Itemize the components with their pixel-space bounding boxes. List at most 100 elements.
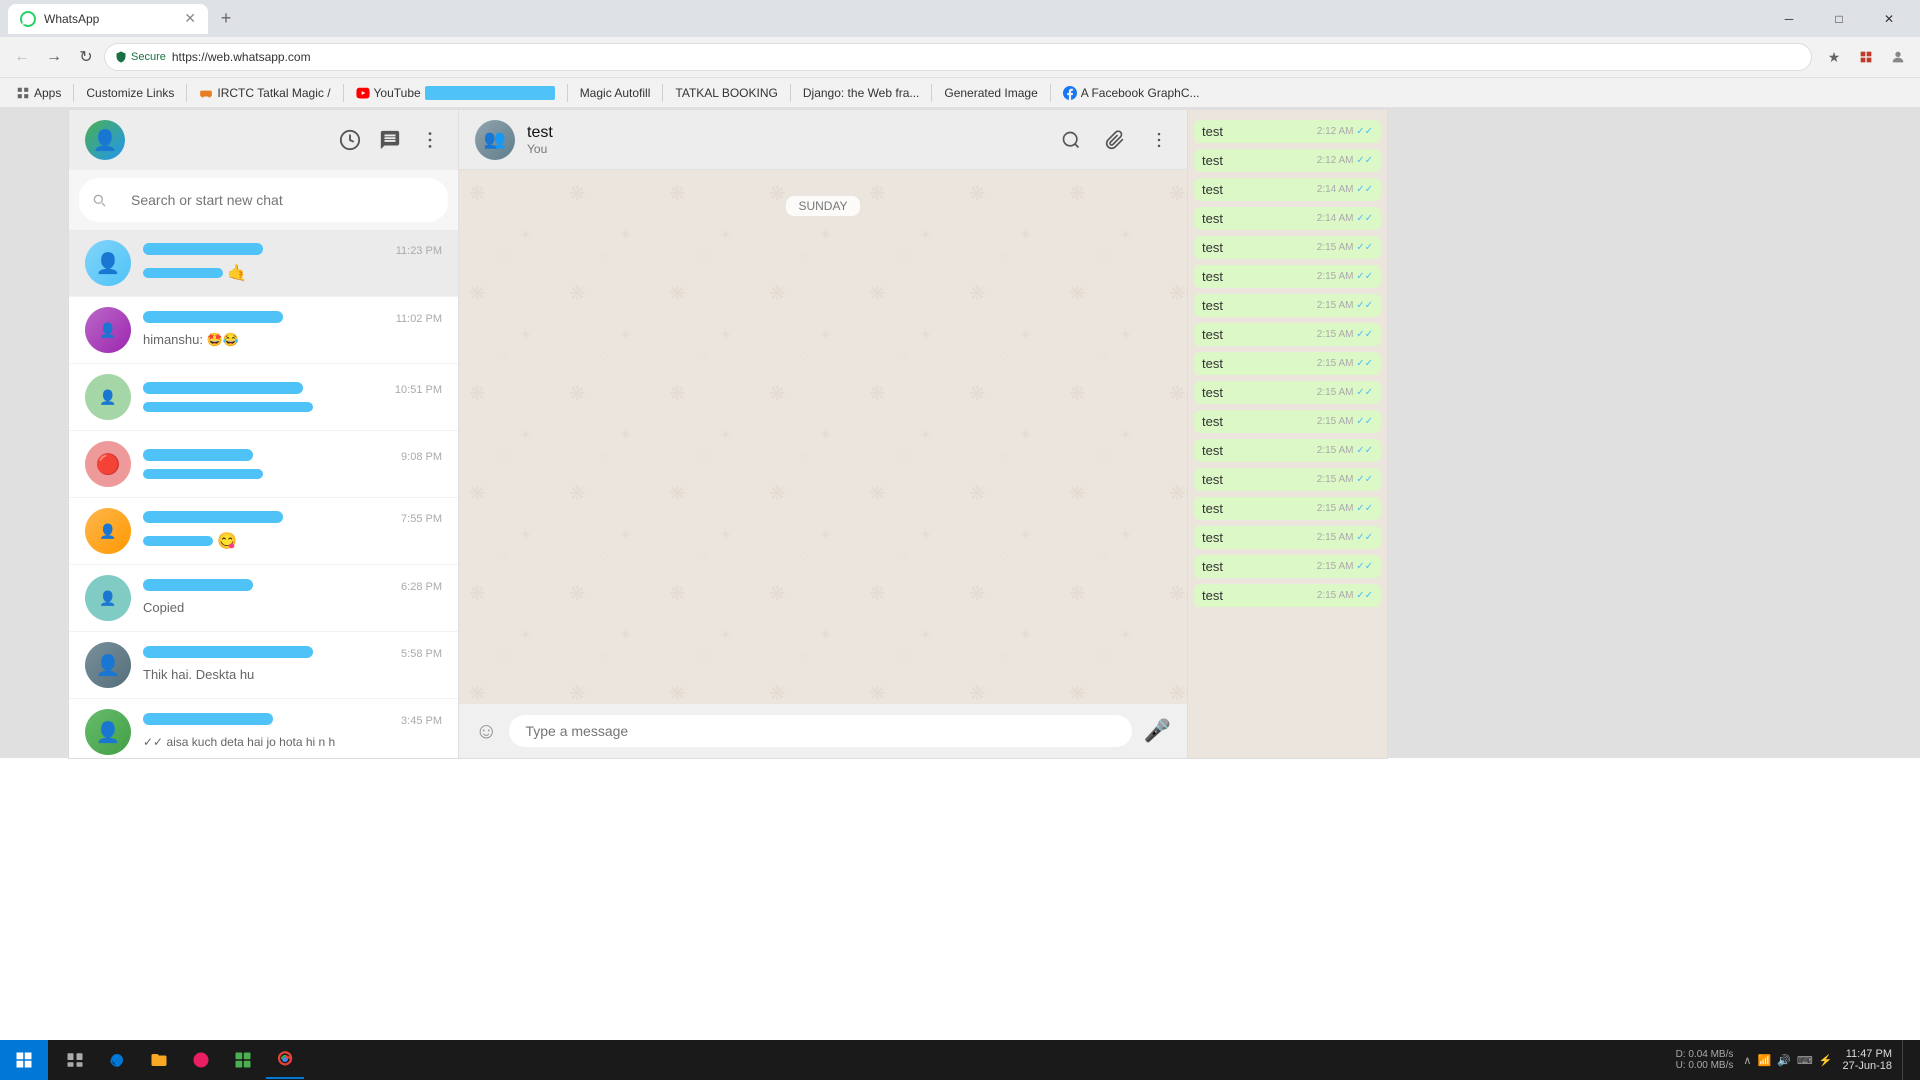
chat-name-blur [143, 511, 283, 523]
bookmarks-bar: Apps Customize Links IRCTC Tatkal Magic … [0, 77, 1920, 107]
back-button[interactable]: ← [8, 43, 36, 71]
taskbar-item-apps[interactable] [224, 1041, 262, 1079]
chat-time: 9:08 PM [401, 451, 442, 463]
list-item[interactable]: 👤 10:51 PM [69, 364, 458, 431]
chat-avatar: 👤 [85, 642, 131, 688]
time-display: 11:47 PM [1842, 1048, 1892, 1060]
whatsapp-tab[interactable]: WhatsApp ✕ [8, 4, 208, 34]
mic-button[interactable]: 🎤 [1144, 718, 1171, 744]
chat-status: You [527, 142, 1059, 156]
sidebar-header: 👤 [69, 110, 458, 170]
message-bubble: test2:15 AM ✓✓ [1194, 410, 1381, 433]
minimize-button[interactable]: ─ [1766, 0, 1812, 37]
list-item[interactable]: 👤 6:28 PM Copied [69, 565, 458, 632]
whatsapp-favicon [20, 11, 36, 27]
chat-icon[interactable] [378, 128, 402, 152]
chat-main: 👥 test You [459, 110, 1187, 758]
address-bar-row: ← → ↻ Secure https://web.whatsapp.com ★ [0, 37, 1920, 77]
taskbar-item-edge[interactable] [98, 1041, 136, 1079]
chat-info: 11:23 PM 🤙 [143, 243, 442, 283]
user-avatar[interactable]: 👤 [85, 120, 125, 160]
chat-time: 10:51 PM [395, 384, 442, 396]
chat-time: 11:02 PM [396, 313, 442, 325]
sep1 [73, 84, 74, 102]
bookmark-django[interactable]: Django: the Web fra... [795, 82, 928, 104]
chat-emoji: 🤙 [227, 263, 247, 283]
bookmark-generated-image[interactable]: Generated Image [936, 82, 1045, 104]
show-desktop-button[interactable] [1902, 1040, 1908, 1080]
chat-name-blur [143, 243, 263, 255]
bookmark-youtube[interactable]: YouTube [348, 82, 563, 104]
secure-label: Secure [131, 51, 166, 63]
taskbar-item-chrome[interactable] [266, 1041, 304, 1079]
chat-header-info: test You [527, 124, 1059, 156]
taskbar-item-explorer[interactable] [140, 1041, 178, 1079]
maximize-button[interactable]: □ [1816, 0, 1862, 37]
extensions-icon[interactable] [1852, 43, 1880, 71]
chat-avatar: 👤 [85, 240, 131, 286]
chat-header-avatar: 👥 [475, 120, 515, 160]
close-button[interactable]: ✕ [1866, 0, 1912, 37]
sep7 [931, 84, 932, 102]
youtube-label: YouTube [374, 86, 421, 100]
message-bubble: test2:15 AM ✓✓ [1194, 236, 1381, 259]
new-tab-button[interactable]: + [212, 5, 240, 33]
forward-button[interactable]: → [40, 43, 68, 71]
bookmark-irctc[interactable]: IRCTC Tatkal Magic / [191, 82, 338, 104]
apps-label: Apps [34, 86, 61, 100]
message-input[interactable] [509, 715, 1131, 747]
address-bar[interactable]: Secure https://web.whatsapp.com [104, 43, 1812, 71]
chat-name-blur [143, 449, 253, 461]
chat-avatar: 👤 [85, 508, 131, 554]
facebook-label: A Facebook GraphC... [1081, 86, 1200, 100]
emoji-button[interactable]: ☺ [475, 718, 497, 744]
address-bar-actions: ★ [1820, 43, 1912, 71]
bookmark-facebook[interactable]: A Facebook GraphC... [1055, 82, 1208, 104]
bookmark-apps[interactable]: Apps [8, 82, 69, 104]
bookmark-star[interactable]: ★ [1820, 43, 1848, 71]
profile-icon[interactable] [1884, 43, 1912, 71]
chat-info: 7:55 PM 😋 [143, 511, 442, 551]
chat-avatar: 👤 [85, 575, 131, 621]
list-item[interactable]: 👤 11:02 PM himanshu: 🤩😂 [69, 297, 458, 364]
chat-menu-icon[interactable] [1147, 128, 1171, 152]
start-button[interactable] [0, 1040, 48, 1080]
right-panel: test2:12 AM ✓✓test2:12 AM ✓✓test2:14 AM … [1187, 110, 1387, 758]
day-badge: SUNDAY [786, 196, 859, 216]
list-item[interactable]: 👤 3:45 PM ✓✓ aisa kuch deta hai jo hota … [69, 699, 458, 758]
search-input[interactable] [115, 184, 436, 216]
attach-icon[interactable] [1103, 128, 1127, 152]
chat-msg-blur [143, 402, 313, 412]
search-bar-container [69, 170, 458, 230]
menu-icon[interactable] [418, 128, 442, 152]
taskbar-item-taskview[interactable] [56, 1041, 94, 1079]
magic-autofill-label: Magic Autofill [580, 86, 651, 100]
chat-preview: ✓✓ aisa kuch deta hai jo hota hi n h [143, 735, 335, 749]
volume-icon: 🔊 [1777, 1054, 1791, 1067]
chat-msg-blur [143, 536, 213, 546]
search-input-wrap[interactable] [79, 178, 448, 222]
reload-button[interactable]: ↻ [72, 43, 100, 71]
list-item[interactable]: 🔴 9:08 PM [69, 431, 458, 498]
chat-avatar: 👤 [85, 374, 131, 420]
chat-info: 9:08 PM [143, 449, 442, 479]
chat-input-bar: ☺ 🎤 [459, 704, 1187, 758]
chat-name-blur [143, 382, 303, 394]
status-icon[interactable] [338, 128, 362, 152]
list-item[interactable]: 👤 7:55 PM 😋 [69, 498, 458, 565]
list-item[interactable]: 👤 11:23 PM 🤙 [69, 230, 458, 297]
list-item[interactable]: 👤 5:58 PM Thik hai. Deskta hu [69, 632, 458, 699]
chat-name-blur [143, 713, 273, 725]
bookmark-tatkal[interactable]: TATKAL BOOKING [667, 82, 785, 104]
header-actions [338, 128, 442, 152]
sep3 [343, 84, 344, 102]
chat-search-icon[interactable] [1059, 128, 1083, 152]
chat-preview: Thik hai. Deskta hu [143, 667, 254, 682]
irctc-label: IRCTC Tatkal Magic / [217, 86, 330, 100]
taskbar-item-paint[interactable] [182, 1041, 220, 1079]
bookmark-customize[interactable]: Customize Links [78, 82, 182, 104]
message-bubble: test2:14 AM ✓✓ [1194, 207, 1381, 230]
keyboard-icon: ⌨ [1797, 1054, 1813, 1067]
bookmark-magic-autofill[interactable]: Magic Autofill [572, 82, 659, 104]
tab-close-btn[interactable]: ✕ [184, 10, 196, 27]
